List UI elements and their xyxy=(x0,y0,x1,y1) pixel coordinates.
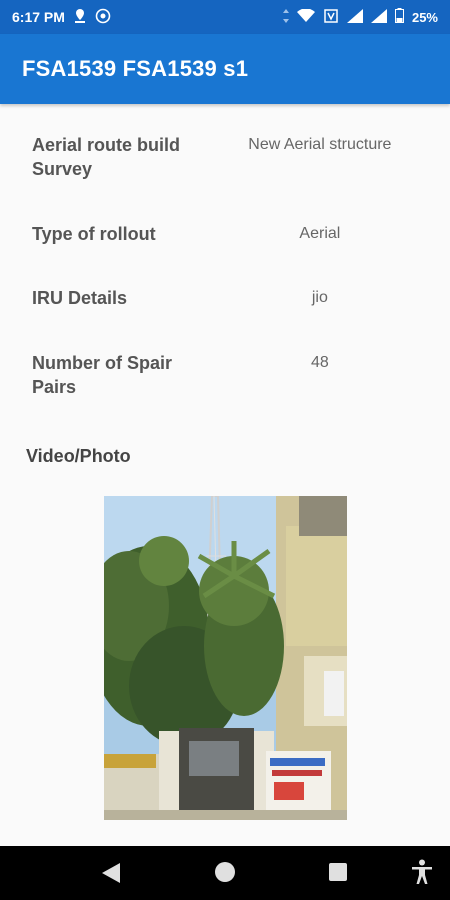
battery-percent: 25% xyxy=(411,9,438,25)
navigation-bar xyxy=(0,846,450,900)
detail-label: Type of rollout xyxy=(32,224,156,244)
location-icon xyxy=(73,8,87,27)
accessibility-icon[interactable] xyxy=(410,859,434,885)
status-time: 6:17 PM xyxy=(12,9,65,25)
back-icon[interactable] xyxy=(100,861,122,885)
whatsapp-icon xyxy=(95,8,111,27)
recents-icon[interactable] xyxy=(328,862,348,882)
detail-value: Aerial xyxy=(299,225,341,242)
detail-row: Number of Spair Pairs 48 xyxy=(32,351,432,399)
detail-row: IRU Details jio xyxy=(32,286,432,310)
battery-icon xyxy=(394,8,404,26)
signal-icon xyxy=(370,8,387,26)
app-bar: FSA1539 FSA1539 s1 xyxy=(0,34,450,104)
data-arrows-icon xyxy=(282,8,289,26)
detail-label: Aerial route build Survey xyxy=(32,135,181,179)
detail-value: 48 xyxy=(310,354,329,371)
wifi-icon xyxy=(296,7,315,26)
signal-icon xyxy=(346,8,363,26)
status-bar: 6:17 PM 25% xyxy=(0,0,450,34)
detail-row: Type of rollout Aerial xyxy=(32,222,432,246)
home-icon[interactable] xyxy=(214,861,236,883)
detail-value: jio xyxy=(311,289,328,306)
detail-row: Aerial route build Survey New Aerial str… xyxy=(32,133,432,181)
detail-label: IRU Details xyxy=(32,288,128,308)
detail-label: Number of Spair Pairs xyxy=(32,353,173,397)
site-photo[interactable] xyxy=(104,496,347,820)
detail-value: New Aerial structure xyxy=(248,136,392,153)
volte-icon xyxy=(323,8,339,27)
media-section-label: Video/Photo xyxy=(26,446,131,466)
page-title: FSA1539 FSA1539 s1 xyxy=(22,56,249,81)
